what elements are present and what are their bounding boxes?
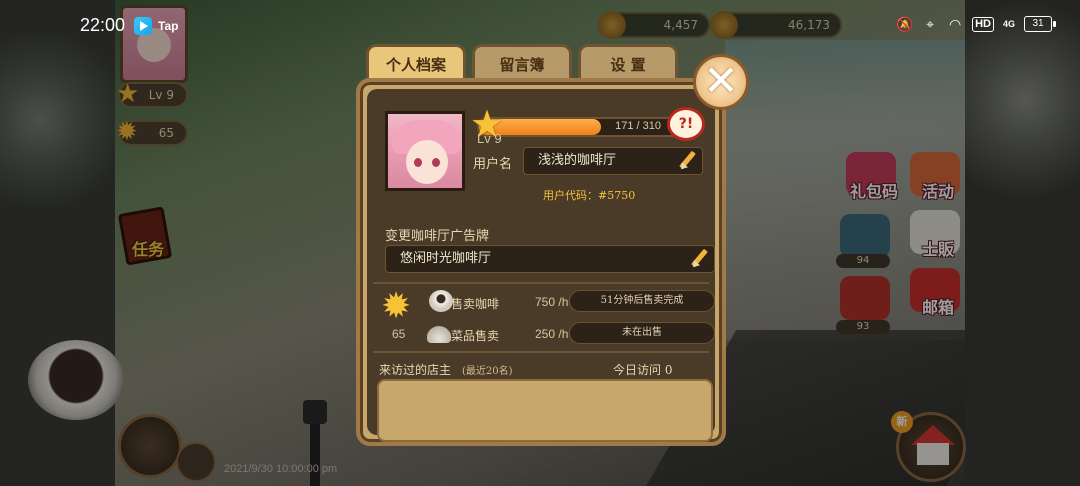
status-icons: 🔕 ⌖ ◠ HD 4G 31 <box>896 15 1056 32</box>
divider <box>373 351 709 353</box>
visitors-list[interactable] <box>377 379 713 442</box>
edit-ad-pencil-icon[interactable] <box>690 250 708 268</box>
ad-board-value: 悠闲时光咖啡厅 <box>400 251 492 266</box>
divider <box>373 282 709 284</box>
profile-avatar <box>385 111 465 191</box>
close-button[interactable]: ✕ <box>693 54 749 110</box>
profile-content: 171 / 310 ★ Lv 9 ?! 用户名 浅浅的咖啡厅 用户代码：#575… <box>367 89 715 442</box>
username-field[interactable]: 浅浅的咖啡厅 <box>523 147 703 175</box>
food-rate: 250 /h <box>535 327 569 341</box>
food-sales-label: 菜品售卖 <box>451 329 500 343</box>
signal-icon: 4G <box>1002 19 1015 29</box>
wifi-icon: ◠ <box>948 15 962 32</box>
coffee-sales-label: 售卖咖啡 <box>451 297 500 311</box>
username-value: 浅浅的咖啡厅 <box>538 153 617 168</box>
food-status: 未在出售 <box>569 322 715 344</box>
visitors-title: 来访过的店主 <box>379 363 452 377</box>
ad-board-field[interactable]: 悠闲时光咖啡厅 <box>385 245 715 273</box>
battery-icon: 31 <box>1024 16 1056 32</box>
profile-modal: 171 / 310 ★ Lv 9 ?! 用户名 浅浅的咖啡厅 用户代码：#575… <box>356 78 726 446</box>
rating-value: 65 <box>392 327 406 341</box>
user-code: 用户代码：#5750 <box>543 189 636 202</box>
avatar-face <box>406 140 448 184</box>
visitors-subtitle: (最近20名) <box>462 366 513 377</box>
app-label: Tap <box>158 19 179 33</box>
status-time: 22:00 <box>80 15 126 35</box>
avatar-eye <box>432 158 440 167</box>
food-cloche-icon <box>427 321 451 343</box>
coffee-status: 51分钟后售卖完成 <box>569 290 715 312</box>
xp-text: 171 / 310 <box>615 120 661 132</box>
today-visits: 今日访问 0 <box>613 363 673 377</box>
achievement-badge-icon[interactable]: ?! <box>667 107 705 141</box>
taptap-icon <box>134 17 152 35</box>
coffee-cup-icon <box>429 290 453 312</box>
level-text: Lv 9 <box>477 131 502 146</box>
rating-star-icon: ✹ <box>381 286 412 327</box>
hd-icon: HD <box>972 16 994 32</box>
coffee-rate: 750 /h <box>535 295 569 309</box>
avatar-eye <box>414 158 422 167</box>
location-icon: ⌖ <box>926 15 935 32</box>
edit-username-pencil-icon[interactable] <box>678 152 696 170</box>
username-label: 用户名 <box>473 157 513 172</box>
mute-bell-icon: 🔕 <box>896 15 914 32</box>
ad-board-label: 变更咖啡厅广告牌 <box>385 229 490 244</box>
